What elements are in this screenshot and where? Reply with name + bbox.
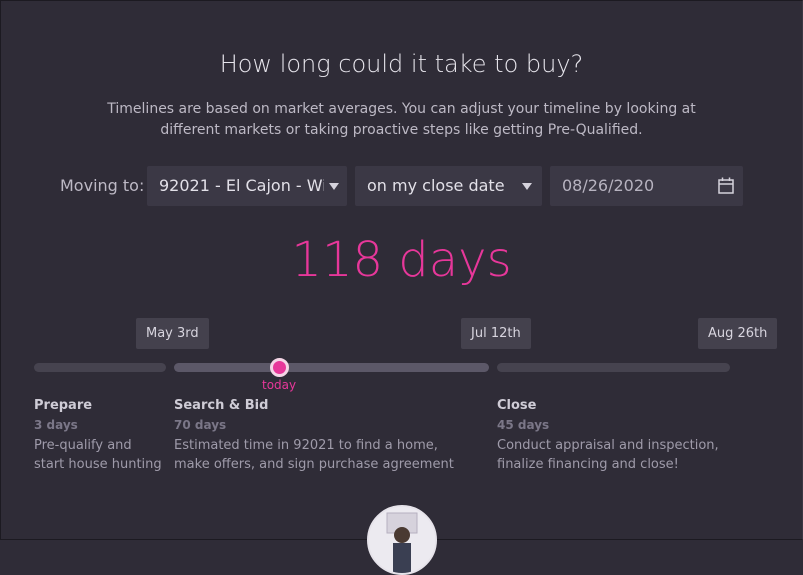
page-title: How long could it take to buy? bbox=[219, 50, 584, 78]
phase-name: Prepare bbox=[34, 398, 93, 413]
timeline-bar-prepare bbox=[34, 363, 166, 372]
timing-select[interactable]: on my close date bbox=[355, 166, 542, 206]
phase-name: Close bbox=[497, 398, 537, 413]
phase-name: Search & Bid bbox=[174, 398, 269, 413]
close-date-value: 08/26/2020 bbox=[562, 176, 655, 195]
close-date-input[interactable]: 08/26/2020 bbox=[550, 166, 743, 206]
location-select[interactable]: 92021 - El Cajon - Wint bbox=[147, 166, 347, 206]
page-subtitle: Timelines are based on market averages. … bbox=[107, 101, 696, 138]
phase-description: Estimated time in 92021 to find a home, … bbox=[174, 438, 454, 472]
timing-select-value: on my close date bbox=[367, 176, 505, 195]
moving-to-label: Moving to: bbox=[60, 176, 145, 195]
today-label: today bbox=[262, 378, 297, 392]
chevron-down-icon bbox=[522, 183, 532, 190]
marker-close-date: Aug 26th bbox=[698, 318, 778, 349]
location-select-value: 92021 - El Cajon - Wint bbox=[159, 176, 324, 195]
timeline-bar-close bbox=[497, 363, 730, 372]
phase-duration: 3 days bbox=[34, 418, 78, 432]
calendar-icon[interactable] bbox=[718, 177, 734, 194]
phase-close: Close 45 days Conduct appraisal and insp… bbox=[497, 398, 737, 474]
days-count: 118 days bbox=[291, 232, 512, 288]
phase-description: Conduct appraisal and inspection, finali… bbox=[497, 438, 719, 472]
phase-duration: 70 days bbox=[174, 418, 227, 432]
today-marker bbox=[270, 358, 289, 377]
agent-avatar[interactable] bbox=[367, 505, 437, 575]
marker-start-date: May 3rd bbox=[136, 318, 209, 349]
phase-duration: 45 days bbox=[497, 418, 550, 432]
timeline-bar-search-bid bbox=[174, 363, 489, 372]
avatar-photo bbox=[369, 507, 435, 573]
marker-bid-end-date: Jul 12th bbox=[461, 318, 531, 349]
phase-search-bid: Search & Bid 70 days Estimated time in 9… bbox=[174, 398, 469, 474]
phase-description: Pre-qualify and start house hunting bbox=[34, 438, 162, 472]
chevron-down-icon bbox=[329, 183, 339, 190]
phase-prepare: Prepare 3 days Pre-qualify and start hou… bbox=[34, 398, 166, 474]
